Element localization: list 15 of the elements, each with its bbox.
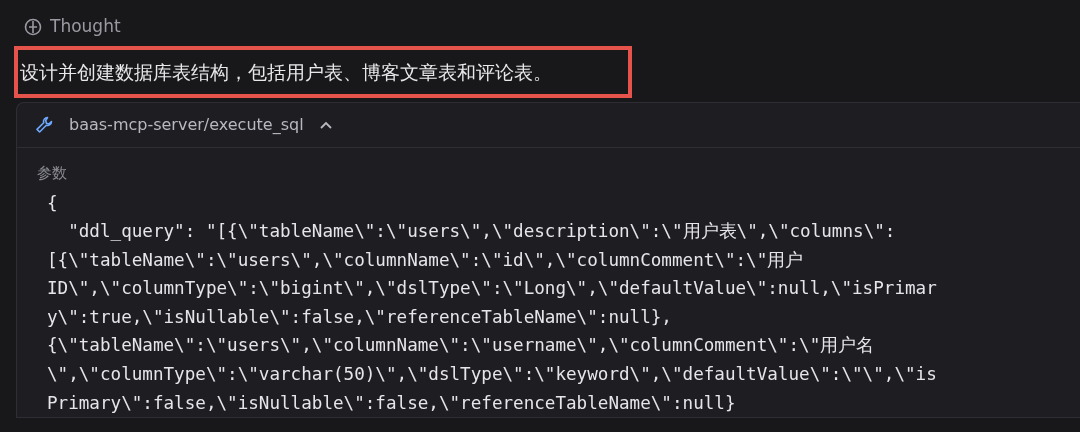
code-line: { bbox=[47, 191, 59, 215]
chevron-icon[interactable] bbox=[319, 120, 332, 130]
thought-icon bbox=[24, 17, 42, 36]
code-line: \",\"columnType\":\"varchar(50)\",\"dslType\":\"keyword\",\"defaultValue\":\"\",\"is bbox=[47, 363, 938, 387]
code-line: Primary\":false,\"isNullable\":false,\"referenceTableName\":null} bbox=[47, 391, 737, 415]
tool-name: baas-mcp-server/execute_sql bbox=[69, 114, 304, 136]
code-line: {\"tableName\":\"users\",\"columnName\":\"username\",\"columnComment\":\"用户名 bbox=[47, 334, 876, 358]
params-label: 参数 bbox=[37, 163, 68, 184]
code-line: [{\"tableName\":\"users\",\"columnName\":\"id\",\"columnComment\":\"用户 bbox=[47, 248, 805, 272]
code-line: ID\",\"columnType\":\"bigint\",\"dslType\":\"Long\",\"defaultValue\":null,\"isPrimar bbox=[47, 277, 938, 301]
thought-text: 设计并创建数据库表结构，包括用户表、博客文章表和评论表。 bbox=[16, 47, 630, 96]
wrench-icon bbox=[35, 116, 53, 134]
code-line: "ddl_query": "[{\"tableName\":\"users\",\"description\":\"用户表\",\"columns\": bbox=[67, 220, 897, 244]
thought-label: Thought bbox=[50, 15, 121, 38]
code-line: y\":true,\"isNullable\":false,\"referenceTableName\":null}, bbox=[47, 305, 673, 329]
